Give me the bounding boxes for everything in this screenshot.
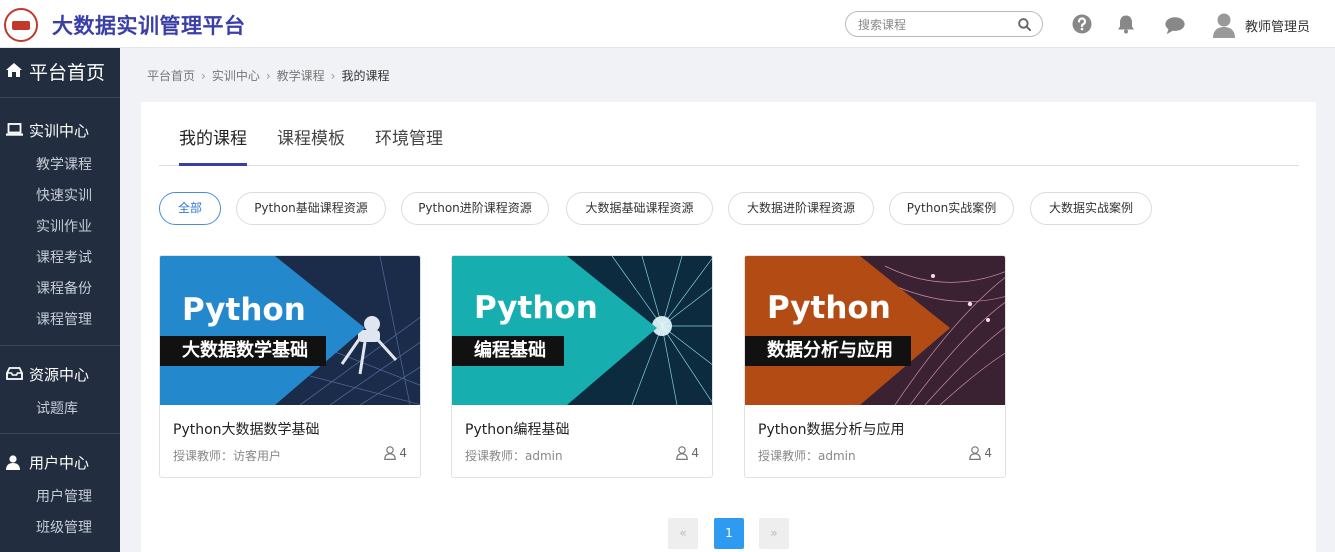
breadcrumb-item[interactable]: 教学课程 [277,67,325,84]
course-cover-art [452,256,712,405]
sidebar-group-label: 实训中心 [29,122,90,140]
student-count-value: 4 [399,446,407,460]
filter-chip[interactable]: 大数据实战案例 [1030,192,1152,225]
filter-chip[interactable]: 大数据进阶课程资源 [728,192,874,225]
search-box[interactable] [845,11,1043,37]
breadcrumb-item[interactable]: 实训中心 [212,67,260,84]
pagination-prev-button[interactable]: « [668,518,698,549]
inbox-icon [6,367,23,380]
breadcrumb-current: 我的课程 [341,69,390,83]
search-input[interactable] [858,16,1008,34]
sidebar-item-backup[interactable]: 课程备份 [36,278,92,298]
student-count: 4 [384,446,407,460]
filter-chip[interactable]: 大数据基础课程资源 [566,192,713,225]
search-icon[interactable] [1018,18,1031,31]
course-card[interactable]: Python 数据分析与应用 Python数据分析与应用 授课教师：admin … [744,255,1006,478]
help-icon[interactable] [1071,13,1093,35]
user-menu[interactable]: 教师管理员 [1212,12,1330,38]
course-cover-title: Python [474,290,598,326]
tab-my-courses[interactable]: 我的课程 [179,124,247,149]
course-cover-art [745,256,1005,405]
course-title[interactable]: Python编程基础 [465,419,570,439]
student-count-value: 4 [691,446,699,460]
filter-chip[interactable]: Python实战案例 [889,192,1014,225]
sidebar-group-training[interactable]: 实训中心 [0,115,120,143]
sidebar-item-question-bank[interactable]: 试题库 [36,398,78,418]
filter-all[interactable]: 全部 [159,192,221,225]
breadcrumb: 平台首页 › 实训中心 › 教学课程 › 我的课程 [147,67,390,84]
course-cover[interactable]: Python 数据分析与应用 [745,256,1005,405]
course-cover-subtitle: 数据分析与应用 [745,336,911,366]
user-name: 教师管理员 [1245,20,1311,35]
chevron-right-icon: › [265,69,271,83]
sidebar: 平台首页 实训中心 教学课程 快速实训 实训作业 课程考试 课程备份 课程管理 … [0,48,120,552]
course-title[interactable]: Python数据分析与应用 [758,419,905,439]
course-card[interactable]: Python 编程基础 Python编程基础 授课教师：admin 4 [451,255,713,478]
sidebar-group-label: 用户中心 [29,454,90,472]
university-logo [4,8,38,42]
filter-chip[interactable]: Python基础课程资源 [236,192,386,225]
course-cover[interactable]: Python 编程基础 [452,256,712,405]
course-cover-subtitle: 编程基础 [452,336,564,366]
course-cover[interactable]: Python 大数据数学基础 [160,256,420,405]
sidebar-divider [0,433,120,434]
student-count: 4 [676,446,699,460]
chevron-right-icon: › [330,69,336,83]
course-cover-art [160,256,420,405]
course-cover-title: Python [767,290,891,326]
app-title: 大数据实训管理平台 [52,14,246,38]
tab-environment[interactable]: 环境管理 [375,124,443,149]
course-title[interactable]: Python大数据数学基础 [173,419,320,439]
sidebar-home[interactable]: 平台首页 [0,48,120,94]
sidebar-divider [0,97,120,98]
sidebar-item-class-management[interactable]: 班级管理 [36,517,92,537]
laptop-icon [6,123,23,136]
course-card[interactable]: Python 大数据数学基础 Python大数据数学基础 授课教师：访客用户 4 [159,255,421,478]
course-cover-subtitle: 大数据数学基础 [160,336,326,366]
home-icon [6,63,22,77]
course-teacher: 授课教师：访客用户 [173,449,282,463]
sidebar-group-users[interactable]: 用户中心 [0,447,120,475]
breadcrumb-item[interactable]: 平台首页 [147,67,195,84]
sidebar-item-user-management[interactable]: 用户管理 [36,486,92,506]
sidebar-item-course-management[interactable]: 课程管理 [36,309,92,329]
pagination-next-button[interactable]: » [759,518,789,549]
sidebar-group-resources[interactable]: 资源中心 [0,359,120,387]
bell-icon[interactable] [1115,13,1137,35]
pagination-page-button[interactable]: 1 [714,518,744,549]
chevron-right-icon: › [201,69,206,83]
active-tab-indicator [179,163,247,166]
course-teacher: 授课教师：admin [758,449,856,463]
person-icon [384,446,397,460]
sidebar-item-exams[interactable]: 课程考试 [36,247,92,267]
student-count-value: 4 [984,446,992,460]
user-avatar-icon [1213,13,1235,38]
sidebar-group-label: 资源中心 [29,366,90,384]
person-icon [969,446,982,460]
sidebar-home-label: 平台首页 [29,62,106,84]
student-count: 4 [969,446,992,460]
sidebar-item-teaching-courses[interactable]: 教学课程 [36,154,92,174]
main-panel: 我的课程 课程模板 环境管理 全部 Python基础课程资源 Python进阶课… [141,102,1316,552]
top-header: 大数据实训管理平台 教师管理员 [0,0,1335,48]
sidebar-item-assignments[interactable]: 实训作业 [36,216,92,236]
course-cover-title: Python [182,292,306,328]
tab-course-templates[interactable]: 课程模板 [277,124,345,149]
sidebar-item-quick-training[interactable]: 快速实训 [36,185,92,205]
user-icon [6,455,20,470]
sidebar-divider [0,345,120,346]
person-icon [676,446,689,460]
chat-icon[interactable] [1164,14,1186,36]
filter-chip[interactable]: Python进阶课程资源 [401,192,549,225]
tab-bar: 我的课程 课程模板 环境管理 [159,122,1299,166]
course-teacher: 授课教师：admin [465,449,563,463]
